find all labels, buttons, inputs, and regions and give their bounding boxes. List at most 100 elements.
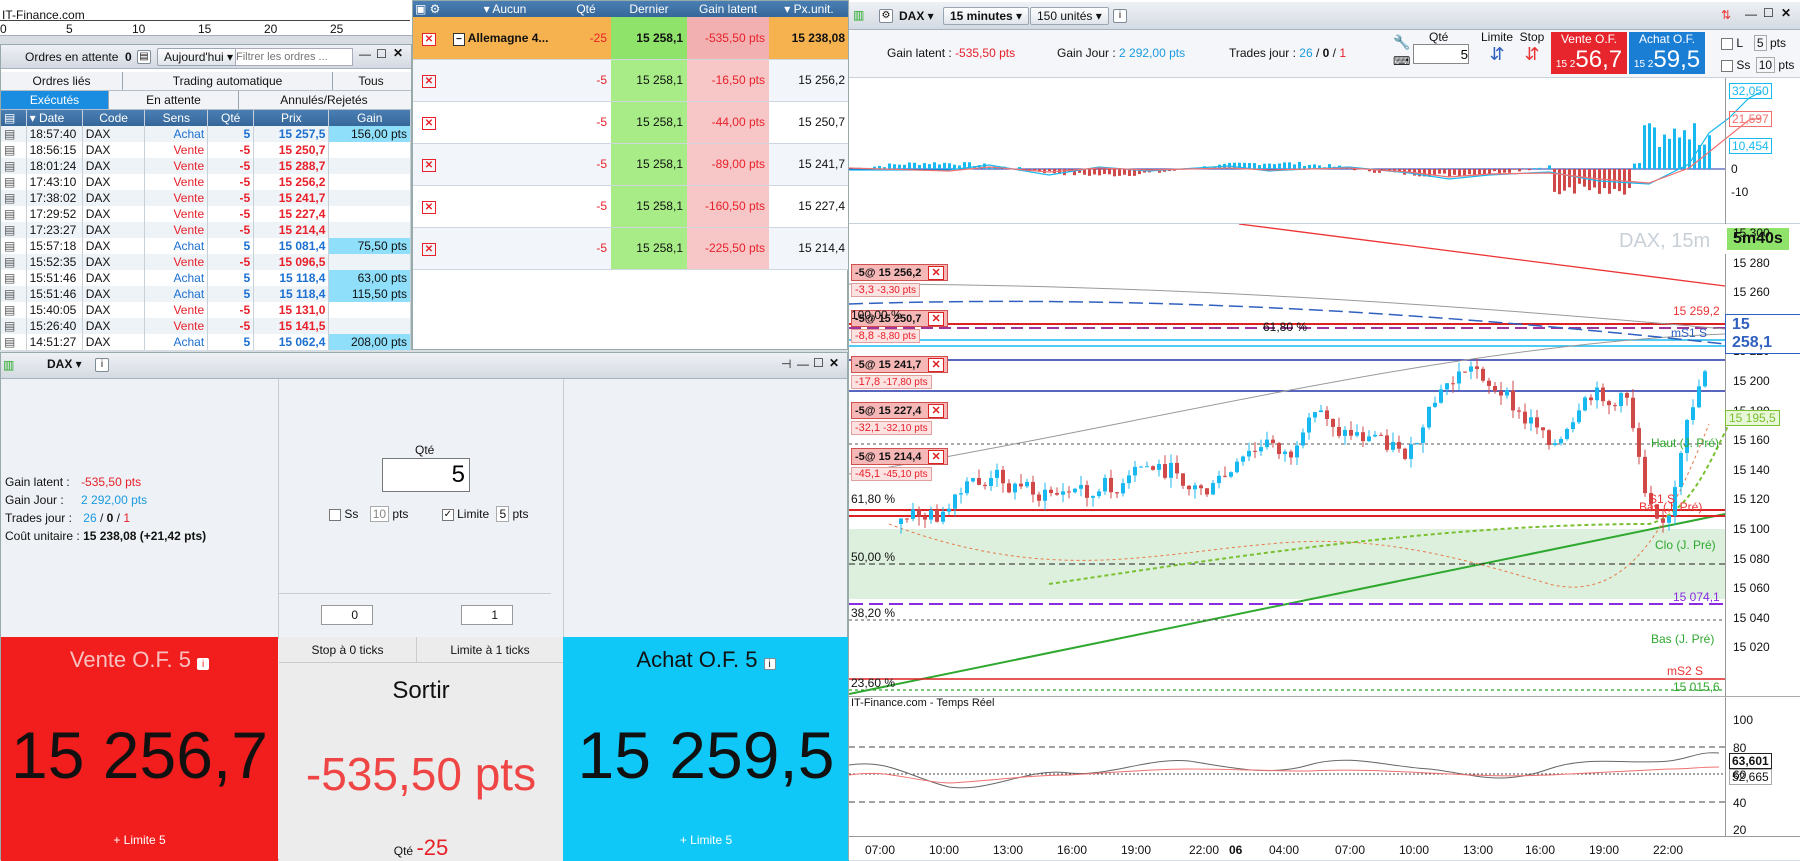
spin-left[interactable]: 0 — [321, 605, 373, 625]
col-prix[interactable]: Prix — [254, 110, 329, 126]
col-code[interactable]: Code — [82, 110, 145, 126]
chart-limite-button[interactable]: Limite⇵ — [1479, 30, 1515, 65]
table-row[interactable]: ▤18:56:15DAXVente-515 250,7 — [1, 142, 411, 158]
table-row[interactable]: ▤15:51:46DAXAchat515 118,4115,50 pts — [1, 286, 411, 302]
ticket-header: ▥ DAX ▾ i ⊣ — ☐ ✕ — [1, 353, 847, 379]
position-row[interactable]: ✕-515 258,1-225,50 pts15 214,4 — [413, 227, 849, 269]
order-tag[interactable]: -5@ 15 256,2 ✕ — [851, 264, 948, 281]
exit-button[interactable]: Sortir -535,50 pts Qté -25 — [279, 663, 563, 861]
pos-col-dernier[interactable]: Dernier — [611, 1, 687, 17]
ss-checkbox[interactable] — [329, 509, 341, 521]
chart-symbol-select[interactable]: DAX ▾ — [899, 9, 934, 23]
info-icon[interactable]: i — [95, 358, 109, 372]
col-sens[interactable]: Sens — [145, 110, 208, 126]
limite-value[interactable]: 5 — [496, 506, 509, 522]
buy-button[interactable]: Achat O.F. 5 i 15 259,5 + Limite 5 — [563, 637, 849, 861]
order-tag[interactable]: -5@ 15 227,4 ✕ — [851, 402, 948, 419]
trade-mode-icon[interactable]: ⇅ — [1721, 8, 1731, 22]
chart-buy-button[interactable]: Achat O.F. 15 259,5 — [1629, 32, 1705, 74]
close-icon[interactable]: ✕ — [928, 450, 943, 464]
minimize-icon[interactable]: — — [359, 47, 371, 61]
close-position-icon[interactable]: ✕ — [413, 59, 449, 101]
table-row[interactable]: ▤15:51:46DAXAchat515 118,463,00 pts — [1, 270, 411, 286]
maximize-icon[interactable]: ☐ — [1763, 6, 1774, 20]
stop-ticks-button[interactable]: Stop à 0 ticks — [279, 637, 417, 663]
table-row[interactable]: ▤15:57:18DAXAchat515 081,475,50 pts — [1, 238, 411, 254]
wrench-icon[interactable]: 🔧 — [1393, 34, 1410, 51]
close-icon[interactable]: ✕ — [928, 312, 943, 326]
tab-annules[interactable]: Annulés/Rejetés — [239, 91, 409, 109]
close-position-icon[interactable]: ✕ — [413, 143, 449, 185]
chart-units-select[interactable]: 150 unités ▾ — [1030, 7, 1109, 25]
chart-ss-option[interactable]: Ss 10 pts — [1721, 58, 1794, 72]
pos-col-aucun[interactable]: ▾ Aucun — [449, 1, 561, 17]
chart-interval-select[interactable]: 15 minutes ▾ — [943, 7, 1029, 25]
order-tag[interactable]: -5@ 15 214,4 ✕ — [851, 448, 948, 465]
link-icon[interactable]: ⚙ — [879, 9, 893, 23]
sell-button[interactable]: Vente O.F. 5 i 15 256,7 + Limite 5 — [1, 637, 278, 861]
orders-period-select[interactable]: Aujourd'hui ▾ — [157, 48, 240, 66]
limit-ticks-button[interactable]: Limite à 1 ticks — [417, 637, 563, 663]
position-row[interactable]: ✕-515 258,1-44,00 pts15 250,7 — [413, 101, 849, 143]
close-icon[interactable]: ✕ — [928, 404, 943, 418]
tab-ordres-lies[interactable]: Ordres liés — [1, 72, 123, 90]
chart-stop-button[interactable]: Stop⇵ — [1517, 30, 1547, 65]
table-row[interactable]: ▤17:29:52DAXVente-515 227,4 — [1, 206, 411, 222]
maximize-icon[interactable]: ☐ — [376, 47, 387, 61]
close-icon[interactable]: ✕ — [928, 266, 943, 280]
limite-checkbox[interactable]: ✓ — [442, 509, 454, 521]
minimize-icon[interactable]: — — [1745, 7, 1757, 21]
pos-col-gain[interactable]: Gain latent — [687, 1, 769, 17]
pos-col-qte[interactable]: Qté — [561, 1, 611, 17]
position-row[interactable]: ✕-515 258,1-16,50 pts15 256,2 — [413, 59, 849, 101]
close-position-icon[interactable]: ✕ — [413, 227, 449, 269]
maximize-icon[interactable]: ☐ — [813, 356, 824, 370]
table-row[interactable]: ▤15:52:35DAXVente-515 096,5 — [1, 254, 411, 270]
chart-sell-button[interactable]: Vente O.F. 15 256,7 — [1551, 32, 1627, 74]
chart-l-option[interactable]: L 5 pts — [1721, 36, 1786, 50]
row-qte: -5 — [208, 158, 254, 174]
tab-en-attente[interactable]: En attente — [109, 91, 239, 109]
spin-right[interactable]: 1 — [461, 605, 513, 625]
tab-trading-auto[interactable]: Trading automatique — [123, 72, 333, 90]
ticket-symbol-select[interactable]: DAX ▾ — [41, 356, 88, 372]
close-position-icon[interactable]: ✕ — [413, 185, 449, 227]
table-row[interactable]: ▤17:38:02DAXVente-515 241,7 — [1, 190, 411, 206]
close-icon[interactable]: ✕ — [1781, 6, 1791, 20]
table-row[interactable]: ▤18:01:24DAXVente-515 288,7 — [1, 158, 411, 174]
minimize-icon[interactable]: — — [797, 357, 809, 371]
position-row[interactable]: ✕-515 258,1-89,00 pts15 241,7 — [413, 143, 849, 185]
tab-tous[interactable]: Tous — [333, 72, 409, 90]
table-row[interactable]: ▤15:40:05DAXVente-515 131,0 — [1, 302, 411, 318]
macd-bar — [928, 164, 931, 169]
col-date[interactable]: ▾ Date — [26, 110, 82, 126]
keyboard-icon[interactable]: ⌨ — [1393, 54, 1410, 68]
close-position-icon[interactable]: ✕ — [413, 101, 449, 143]
ss-value[interactable]: 10 — [370, 506, 389, 522]
col-gain[interactable]: Gain — [329, 110, 411, 126]
col-qte[interactable]: Qté — [208, 110, 254, 126]
tab-executes[interactable]: Exécutés — [1, 91, 109, 109]
table-row[interactable]: ▤17:23:27DAXVente-515 214,4 — [1, 222, 411, 238]
chart-qty-input[interactable] — [1413, 44, 1469, 64]
ticket-chart-icon[interactable]: ▥ — [3, 358, 14, 372]
table-row[interactable]: ▤18:57:40DAXAchat515 257,5156,00 pts — [1, 126, 411, 142]
position-row[interactable]: ✕-515 258,1-160,50 pts15 227,4 — [413, 185, 849, 227]
order-tag[interactable]: -5@ 15 241,7 ✕ — [851, 356, 948, 373]
close-position-icon[interactable]: ✕ — [413, 17, 449, 59]
close-icon[interactable]: ✕ — [928, 358, 943, 372]
orders-export-icon[interactable]: ▤ — [137, 50, 151, 64]
table-row[interactable]: ▤14:51:27DAXAchat515 062,4208,00 pts — [1, 334, 411, 350]
pin-icon[interactable]: ⊣ — [781, 357, 791, 371]
close-icon[interactable]: ✕ — [393, 46, 403, 60]
candle-body — [1067, 491, 1071, 492]
info-icon[interactable]: i — [1113, 9, 1127, 23]
chart-icon[interactable]: ▥ — [853, 8, 864, 22]
orders-filter-input[interactable] — [235, 48, 353, 66]
qty-input[interactable] — [382, 458, 470, 492]
position-summary-row[interactable]: ✕ − Allemagne 4... -25 15 258,1 -535,50 … — [413, 17, 849, 59]
close-icon[interactable]: ✕ — [829, 356, 839, 370]
table-row[interactable]: ▤17:43:10DAXVente-515 256,2 — [1, 174, 411, 190]
table-row[interactable]: ▤15:26:40DAXVente-515 141,5 — [1, 318, 411, 334]
pos-col-px[interactable]: ▾ Px.unit. — [769, 1, 849, 17]
